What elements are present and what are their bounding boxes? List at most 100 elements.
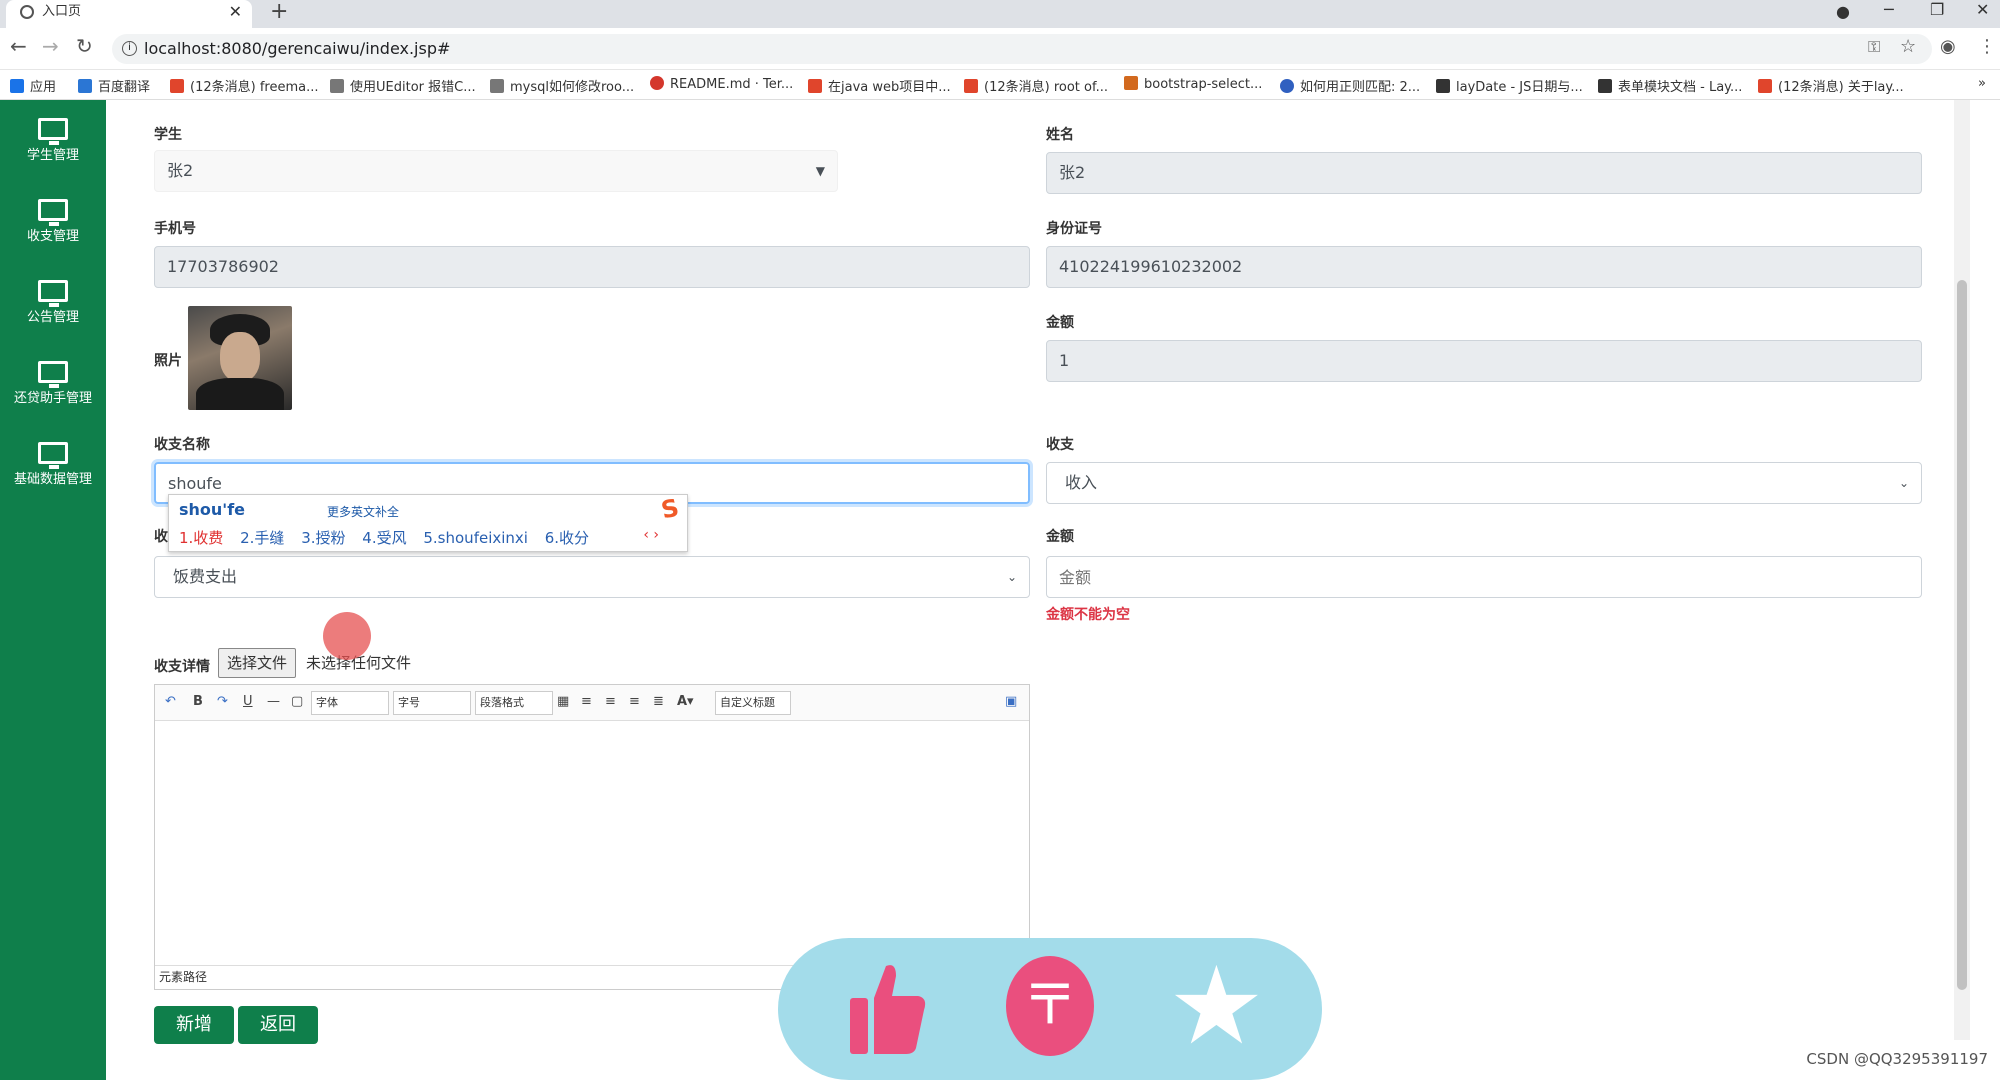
- back-button[interactable]: 返回: [238, 1006, 318, 1044]
- item-name-label: 收支名称: [154, 437, 210, 453]
- category-label: 收: [154, 529, 168, 545]
- ime-candidate[interactable]: 6.收分: [545, 529, 589, 547]
- name-label: 姓名: [1046, 127, 1074, 143]
- monitor-icon: [38, 442, 68, 469]
- page-icon: [490, 79, 504, 93]
- bookmark-item[interactable]: (12条消息) freema...: [170, 76, 318, 95]
- forward-icon[interactable]: →: [42, 34, 59, 58]
- coin-reward-icon[interactable]: 〒: [1006, 956, 1094, 1056]
- student-photo: [188, 306, 292, 410]
- horizontal-rule-icon[interactable]: —: [267, 694, 280, 709]
- undo-icon[interactable]: ↶: [165, 694, 176, 709]
- font-family-select[interactable]: 字体: [311, 691, 389, 715]
- sidebar-item-students[interactable]: 学生管理: [0, 118, 106, 163]
- page-scrollbar[interactable]: [1954, 100, 1970, 1040]
- csdn-icon: [1758, 79, 1772, 93]
- like-icon[interactable]: [844, 958, 930, 1058]
- sidebar-item-notices[interactable]: 公告管理: [0, 280, 106, 325]
- scrollbar-thumb[interactable]: [1957, 280, 1967, 990]
- bookmark-item[interactable]: 百度翻译: [78, 76, 150, 95]
- bookmark-item[interactable]: (12条消息) 关于lay...: [1758, 76, 1904, 95]
- favorite-star-icon[interactable]: ★: [1168, 942, 1265, 1072]
- url-field[interactable]: i localhost:8080/gerencaiwu/index.jsp#: [112, 34, 1932, 64]
- bookmark-item[interactable]: (12条消息) root of...: [964, 76, 1108, 95]
- font-color-icon[interactable]: A▾: [677, 694, 694, 709]
- underline-icon[interactable]: U: [243, 694, 253, 709]
- type-label: 收支: [1046, 437, 1074, 453]
- idcard-field[interactable]: 410224199610232002: [1046, 246, 1922, 288]
- monitor-icon: [38, 361, 68, 388]
- ime-candidate[interactable]: 3.授粉: [301, 529, 345, 547]
- ime-candidate[interactable]: 4.受风: [362, 529, 406, 547]
- bookmark-item[interactable]: bootstrap-select...: [1124, 76, 1262, 92]
- caret-down-icon: ▼: [815, 164, 825, 178]
- name-field[interactable]: 张2: [1046, 152, 1922, 194]
- add-button[interactable]: 新增: [154, 1006, 234, 1044]
- paragraph-format-select[interactable]: 段落格式: [475, 691, 553, 715]
- csdn-icon: [808, 79, 822, 93]
- align-left-icon[interactable]: ≡: [581, 694, 592, 709]
- student-select[interactable]: 张2 ▼: [154, 150, 838, 192]
- bookmark-item[interactable]: layDate - JS日期与...: [1436, 76, 1583, 95]
- bold-icon[interactable]: B: [193, 694, 203, 709]
- bookmark-item[interactable]: 表单模块文档 - Lay...: [1598, 76, 1742, 95]
- phone-field[interactable]: 17703786902: [154, 246, 1030, 288]
- bookmark-item[interactable]: 使用UEditor 报错C...: [330, 76, 476, 95]
- ime-page-arrows-icon[interactable]: ‹ ›: [643, 527, 659, 543]
- bookmark-item[interactable]: 在java web项目中...: [808, 76, 951, 95]
- profile-dropdown-icon[interactable]: ●: [1836, 2, 1850, 21]
- key-icon[interactable]: ⚿: [1868, 37, 1880, 57]
- menu-icon[interactable]: ⋮: [1978, 36, 1996, 57]
- custom-title-select[interactable]: 自定义标题: [715, 691, 791, 715]
- category-select[interactable]: 饭费支出 ⌄: [154, 556, 1030, 598]
- monitor-icon: [38, 118, 68, 145]
- bookmark-item[interactable]: 如何用正则匹配: 2...: [1280, 76, 1420, 95]
- more-bookmarks-icon[interactable]: »: [1978, 76, 1986, 91]
- monitor-icon: [38, 199, 68, 226]
- amount-readonly-field[interactable]: 1: [1046, 340, 1922, 382]
- address-bar-row: ← → ↻ i localhost:8080/gerencaiwu/index.…: [0, 28, 2000, 70]
- ime-candidate[interactable]: 1.收费: [179, 529, 223, 547]
- redo-icon[interactable]: ↷: [217, 694, 228, 709]
- reload-icon[interactable]: ↻: [76, 34, 93, 58]
- csdn-icon: [170, 79, 184, 93]
- baidu-icon: [1280, 79, 1294, 93]
- sidebar-item-finance[interactable]: 收支管理: [0, 199, 106, 244]
- ime-more-completions[interactable]: 更多英文补全: [327, 503, 399, 520]
- sidebar-item-loan-assistant[interactable]: 还贷助手管理: [0, 361, 106, 406]
- fullscreen-icon[interactable]: ▣: [1005, 694, 1017, 709]
- bookmark-apps[interactable]: 应用: [10, 76, 56, 95]
- type-select[interactable]: 收入 ⌄: [1046, 462, 1922, 504]
- font-size-select[interactable]: 字号: [393, 691, 471, 715]
- apps-grid-icon: [10, 79, 24, 93]
- ime-candidate[interactable]: 2.手缝: [240, 529, 284, 547]
- choose-file-button[interactable]: 选择文件: [218, 648, 297, 678]
- csdn-icon: [964, 79, 978, 93]
- layui-icon: [1598, 79, 1612, 93]
- sidebar: 学生管理 收支管理 公告管理 还贷助手管理 基础数据管理: [0, 100, 106, 1080]
- new-tab-button[interactable]: +: [270, 0, 288, 24]
- bookmark-star-icon[interactable]: ☆: [1900, 36, 1916, 57]
- back-icon[interactable]: ←: [10, 34, 27, 58]
- info-icon[interactable]: i: [122, 41, 137, 56]
- chevron-down-icon: ⌄: [1006, 570, 1017, 584]
- justify-icon[interactable]: ≣: [653, 694, 664, 709]
- restore-button[interactable]: ❐: [1930, 0, 1944, 19]
- blank-page-icon[interactable]: ▢: [291, 694, 303, 709]
- sogou-logo-icon: S: [658, 493, 682, 525]
- close-tab-icon[interactable]: ✕: [229, 0, 242, 24]
- bookmark-item[interactable]: README.md · Ter...: [650, 76, 793, 92]
- close-window-button[interactable]: ✕: [1976, 0, 1989, 19]
- ime-candidate[interactable]: 5.shoufeixinxi: [423, 529, 528, 547]
- minimize-button[interactable]: ─: [1884, 0, 1894, 19]
- bookmark-item[interactable]: mysql如何修改roo...: [490, 76, 634, 95]
- table-icon[interactable]: ▦: [557, 694, 569, 709]
- browser-tab[interactable]: 入口页 ✕: [6, 0, 252, 28]
- amount-input[interactable]: [1046, 556, 1922, 598]
- ime-candidates: 1.收费 2.手缝 3.授粉 4.受风 5.shoufeixinxi 6.收分: [179, 527, 601, 548]
- amount-error: 金额不能为空: [1046, 607, 1130, 623]
- align-right-icon[interactable]: ≡: [605, 694, 616, 709]
- account-icon[interactable]: ◉: [1940, 36, 1956, 57]
- align-center-icon[interactable]: ≡: [629, 694, 640, 709]
- sidebar-item-base-data[interactable]: 基础数据管理: [0, 442, 106, 487]
